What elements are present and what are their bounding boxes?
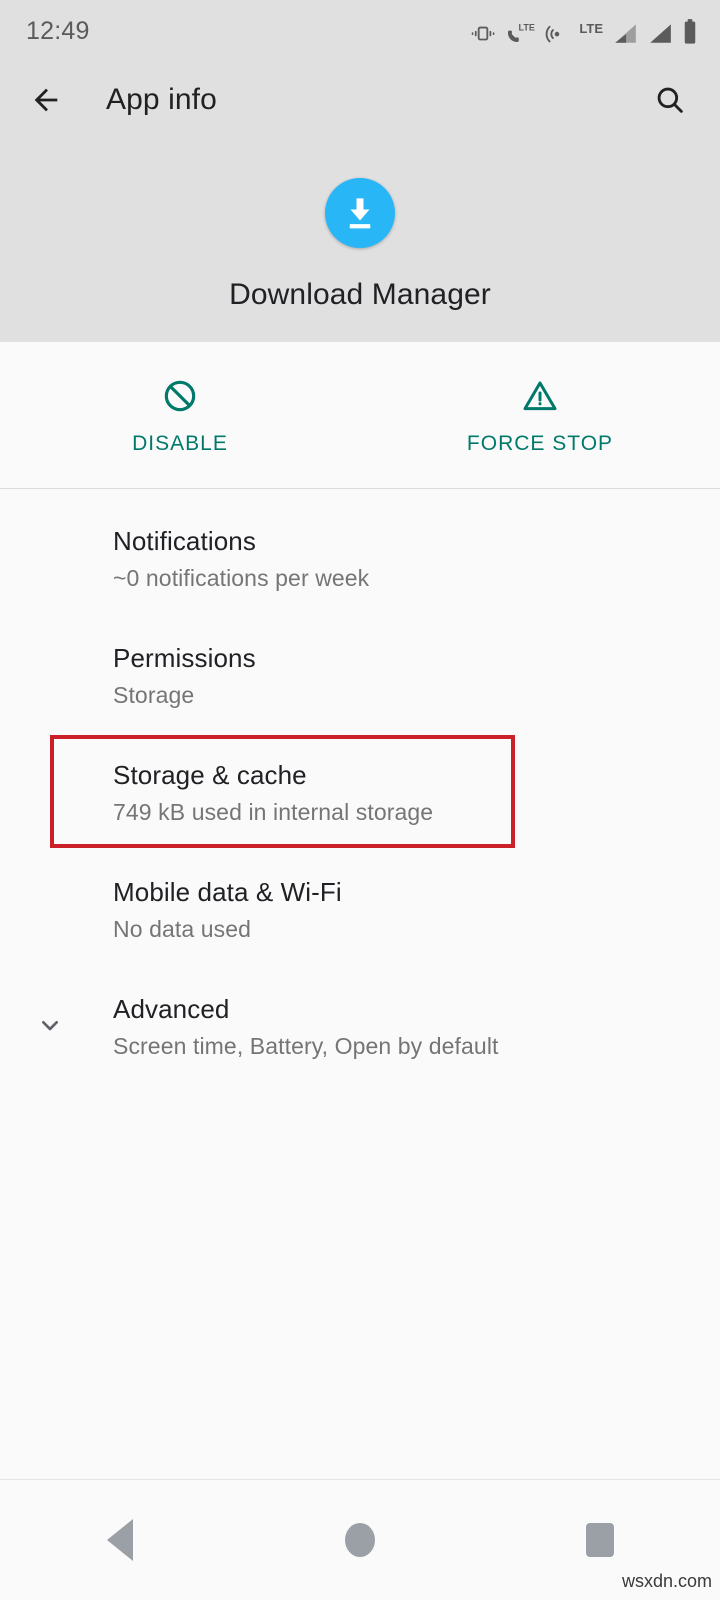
- force-stop-label: FORCE STOP: [466, 431, 614, 455]
- list-item-title: Permissions: [113, 643, 256, 673]
- battery-icon: [684, 19, 696, 44]
- watermark: wsxdn.com: [621, 1571, 712, 1591]
- list-item-advanced[interactable]: Advanced Screen time, Battery, Open by d…: [0, 957, 720, 1074]
- signal-bar-1-icon: [615, 24, 636, 43]
- list-item-title: Storage & cache: [113, 760, 307, 790]
- page-title: App info: [106, 83, 217, 116]
- back-button[interactable]: [26, 80, 66, 120]
- svg-text:LTE: LTE: [519, 23, 535, 33]
- status-bar-clock: 12:49: [26, 16, 90, 45]
- app-name: Download Manager: [229, 278, 491, 311]
- list-item-title: Mobile data & Wi-Fi: [113, 877, 342, 907]
- app-header: Download Manager: [0, 138, 720, 342]
- list-item-subtitle: 749 kB used in internal storage: [113, 799, 434, 826]
- list-item-mobile-data-and-wifi[interactable]: Mobile data & Wi-Fi No data used: [0, 840, 720, 957]
- signal-bar-2-icon: [650, 24, 671, 43]
- lte-label-icon: LTE: [579, 21, 603, 36]
- disable-label: DISABLE: [132, 431, 228, 455]
- app-action-row: DISABLE FORCE STOP: [0, 342, 720, 489]
- list-item-title: Notifications: [113, 526, 256, 556]
- app-bar: App info: [0, 62, 720, 138]
- volte-phone-icon: LTE: [508, 23, 535, 42]
- warning-triangle-icon: [523, 381, 557, 410]
- nav-home-button[interactable]: [315, 1495, 405, 1585]
- download-arrow-icon: [349, 198, 371, 229]
- hotspot-icon: [546, 25, 560, 43]
- nav-back-triangle-icon: [107, 1519, 133, 1561]
- list-item-title: Advanced: [113, 994, 230, 1024]
- list-item-permissions[interactable]: Permissions Storage: [0, 606, 720, 723]
- list-item-subtitle: ~0 notifications per week: [113, 565, 370, 592]
- status-bar: 12:49 LTE LTE: [0, 0, 720, 62]
- list-item-notifications[interactable]: Notifications ~0 notifications per week: [0, 489, 720, 606]
- chevron-down-icon: [41, 1021, 58, 1031]
- settings-list: Notifications ~0 notifications per week …: [0, 489, 720, 1074]
- force-stop-button[interactable]: FORCE STOP: [360, 342, 720, 489]
- list-item-subtitle: Storage: [113, 682, 195, 709]
- system-navigation-bar: [0, 1480, 720, 1600]
- nav-home-circle-icon: [345, 1523, 375, 1557]
- search-icon: [657, 87, 683, 113]
- expand-advanced-button[interactable]: [30, 1005, 70, 1045]
- status-bar-icons: LTE LTE: [470, 16, 698, 46]
- download-manager-app-icon: [325, 178, 395, 248]
- app-info-screen: 12:49 LTE LTE App info Download Manager …: [0, 0, 720, 1600]
- list-item-subtitle: Screen time, Battery, Open by default: [113, 1033, 499, 1060]
- search-button[interactable]: [648, 78, 692, 122]
- nav-back-button[interactable]: [75, 1495, 165, 1585]
- list-item-subtitle: No data used: [113, 916, 252, 943]
- disable-button[interactable]: DISABLE: [0, 342, 360, 489]
- list-item-storage-and-cache[interactable]: Storage & cache 749 kB used in internal …: [0, 723, 720, 840]
- nav-recents-square-icon: [586, 1523, 614, 1557]
- disable-block-icon: [164, 380, 196, 411]
- vibrate-icon: [472, 26, 495, 41]
- back-arrow-icon: [34, 88, 58, 112]
